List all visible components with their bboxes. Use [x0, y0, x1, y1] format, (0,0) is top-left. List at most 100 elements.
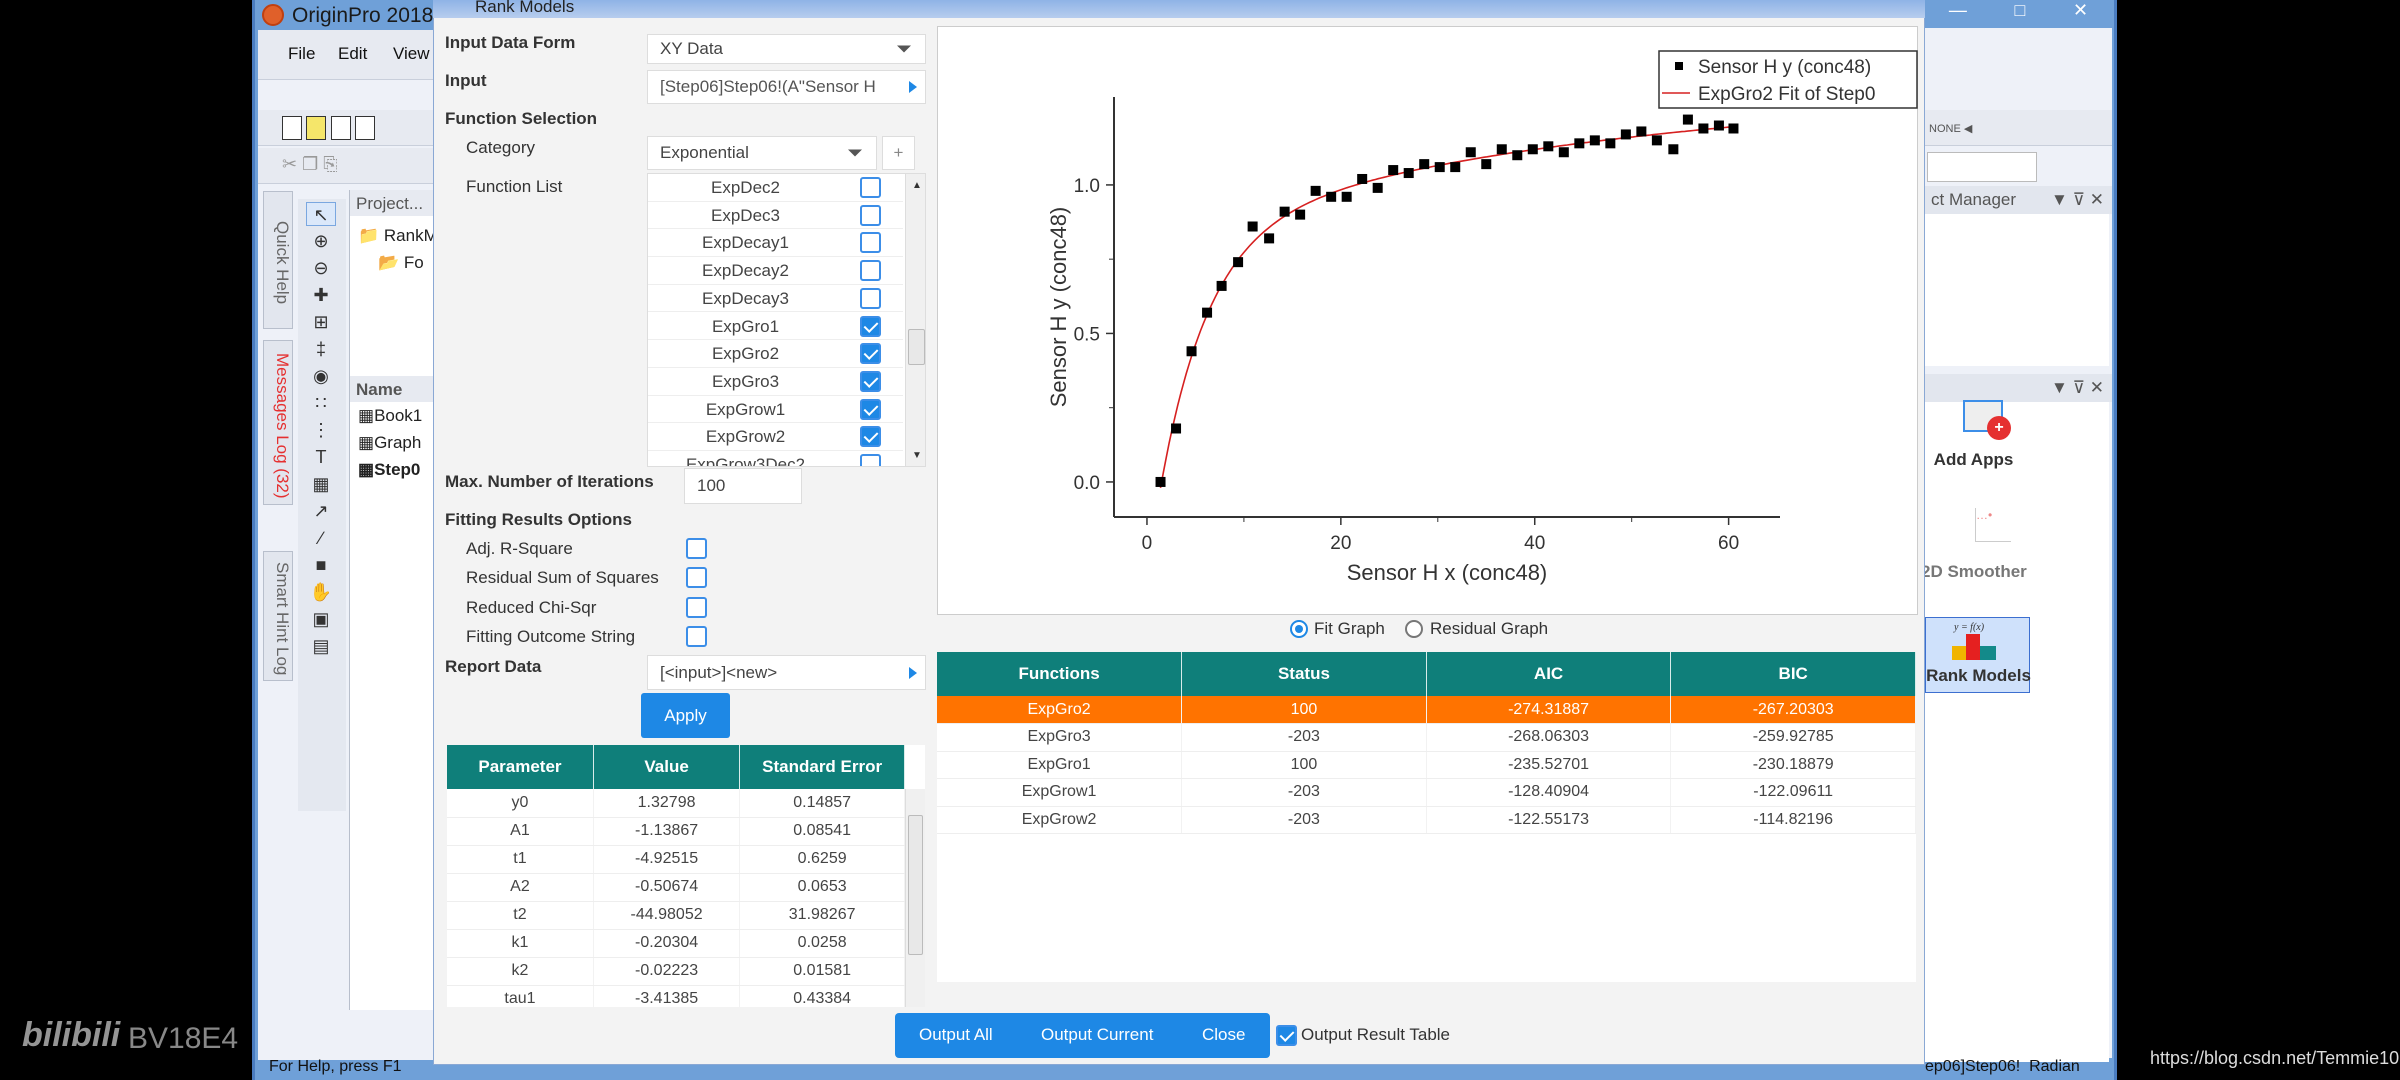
function-list-item[interactable]: ExpGrow3Dec2 — [648, 451, 903, 466]
arrow-tool-icon[interactable]: ↗ — [306, 499, 336, 523]
function-list-item[interactable]: ExpDecay1 — [648, 229, 903, 258]
tab-messages-log[interactable]: Messages Log (32) — [263, 340, 293, 505]
table-row[interactable]: t2 -44.98052 31.98267 — [447, 901, 905, 930]
function-list-item[interactable]: ExpDec2 — [648, 174, 903, 202]
function-list-item[interactable]: ExpGro1 — [648, 313, 903, 341]
tab-quick-help[interactable]: Quick Help — [263, 191, 293, 329]
report-data-field[interactable]: [<input>]<new> — [647, 655, 926, 690]
max-iterations-input[interactable]: 100 — [684, 468, 802, 504]
scroll-thumb[interactable] — [908, 815, 923, 955]
function-checkbox[interactable] — [860, 370, 881, 392]
column-header[interactable]: Status — [1181, 652, 1427, 696]
function-checkbox[interactable] — [860, 343, 881, 365]
zoom-out-icon[interactable]: ⊖ — [306, 256, 336, 280]
line-tool-icon[interactable]: ∕ — [306, 526, 336, 550]
parameters-scrollbar[interactable] — [905, 789, 925, 1007]
add-apps-label[interactable]: Add Apps — [1921, 450, 2026, 470]
zoom-in-icon[interactable]: ⊕ — [306, 229, 336, 253]
open-folder-icon[interactable] — [306, 116, 327, 140]
function-checkbox[interactable] — [860, 426, 881, 448]
scale-icon[interactable]: ⊞ — [306, 310, 336, 334]
project-item-graph[interactable]: ▦Graph — [350, 429, 433, 456]
function-checkbox[interactable] — [860, 454, 881, 466]
expand-arrow-icon[interactable] — [909, 81, 917, 93]
data-cursor-icon[interactable]: ‡ — [306, 337, 336, 361]
table-row[interactable]: ExpGro1 100 -235.52701 -230.18879 — [937, 751, 1916, 779]
table-row[interactable]: ExpGro2 100 -274.31887 -267.20303 — [937, 696, 1916, 724]
column-header[interactable]: Standard Error — [739, 745, 905, 789]
menu-edit[interactable]: Edit — [338, 44, 367, 64]
column-header[interactable]: Functions — [937, 652, 1183, 696]
function-checkbox[interactable] — [860, 232, 881, 254]
scroll-up-icon[interactable]: ▲ — [912, 180, 922, 191]
fit-graph-radio[interactable] — [1290, 620, 1308, 638]
category-select[interactable]: Exponential — [647, 136, 877, 170]
add-category-button[interactable]: + — [882, 136, 915, 170]
scroll-thumb[interactable] — [908, 329, 925, 365]
fitting-option-checkbox[interactable] — [686, 567, 707, 589]
new-workbook-icon[interactable] — [330, 116, 351, 140]
add-apps-icon[interactable]: + — [1963, 400, 2011, 440]
maximize-button[interactable]: □ — [2015, 0, 2026, 22]
function-checkbox[interactable] — [860, 287, 881, 309]
fitting-option-checkbox[interactable] — [686, 538, 707, 559]
2d-smoother-label[interactable]: 2D Smoother — [1921, 562, 2027, 582]
function-checkbox[interactable] — [860, 177, 881, 198]
table-row[interactable]: tau1 -3.41385 0.43384 — [447, 985, 905, 1007]
toolbar-combo[interactable] — [1927, 152, 2037, 182]
function-list-item[interactable]: ExpDecay3 — [648, 285, 903, 313]
table-row[interactable]: A2 -0.50674 0.0653 — [447, 873, 905, 902]
function-list-item[interactable]: ExpDecay2 — [648, 257, 903, 285]
column-header[interactable]: Value — [593, 745, 741, 789]
function-list-item[interactable]: ExpDec3 — [648, 202, 903, 230]
function-list-item[interactable]: ExpGrow2 — [648, 423, 903, 451]
function-list-item[interactable]: ExpGrow1 — [648, 396, 903, 424]
mask-icon[interactable]: ◉ — [306, 364, 336, 388]
project-item-book[interactable]: ▦Book1 — [350, 402, 433, 429]
function-checkbox[interactable] — [860, 204, 881, 226]
menu-view[interactable]: View — [393, 44, 430, 64]
fitting-option-checkbox[interactable] — [686, 625, 707, 647]
output-all-button[interactable]: Output All — [919, 1025, 993, 1045]
grid-icon[interactable]: ▦ — [306, 472, 336, 496]
function-checkbox[interactable] — [860, 315, 881, 337]
input-data-form-select[interactable]: XY Data — [647, 34, 926, 64]
fitting-option-checkbox[interactable] — [686, 596, 707, 618]
name-column-header[interactable]: Name — [350, 376, 433, 402]
minimize-button[interactable]: — — [1949, 0, 1967, 22]
function-checkbox[interactable] — [860, 398, 881, 420]
tree-subfolder[interactable]: 📂 Fo — [350, 249, 433, 276]
2d-smoother-icon[interactable]: …• — [1975, 508, 2011, 542]
draw-data-icon[interactable]: ∷ — [306, 391, 336, 415]
table-row[interactable]: y0 1.32798 0.14857 — [447, 789, 905, 818]
project-item-step[interactable]: ▦Step0 — [350, 456, 433, 483]
paste-icon[interactable]: ⎘ — [323, 154, 337, 174]
table-row[interactable]: ExpGrow2 -203 -122.55173 -114.82196 — [937, 806, 1916, 834]
hand-tool-icon[interactable]: ✋ — [306, 580, 336, 604]
function-list-scrollbar[interactable]: ▲ ▼ — [905, 174, 925, 466]
image-tool-icon[interactable]: ▣ — [306, 607, 336, 631]
residual-graph-radio[interactable] — [1405, 620, 1423, 638]
table-row[interactable]: A1 -1.13867 0.08541 — [447, 817, 905, 846]
tree-root-folder[interactable]: 📁 RankM — [350, 222, 438, 249]
rectangle-tool-icon[interactable]: ■ — [306, 553, 336, 577]
input-range-field[interactable]: [Step06]Step06!(A"Sensor H — [647, 70, 926, 104]
regional-icon[interactable]: ⋮ — [306, 418, 336, 442]
table-row[interactable]: k1 -0.20304 0.0258 — [447, 929, 905, 958]
data-reader-icon[interactable]: ✚ — [306, 283, 336, 307]
expand-arrow-icon[interactable] — [909, 666, 917, 679]
menu-file[interactable]: File — [288, 44, 315, 64]
column-header[interactable]: Parameter — [447, 745, 594, 789]
column-header[interactable]: AIC — [1426, 652, 1672, 696]
table-row[interactable]: ExpGro3 -203 -268.06303 -259.92785 — [937, 723, 1916, 752]
scroll-down-icon[interactable]: ▼ — [912, 450, 922, 461]
output-result-table-checkbox[interactable] — [1276, 1025, 1297, 1046]
function-list-item[interactable]: ExpGro2 — [648, 340, 903, 368]
copy-icon[interactable]: ❐ — [302, 154, 318, 174]
close-button[interactable]: Close — [1202, 1025, 1245, 1045]
column-header[interactable]: BIC — [1670, 652, 1916, 696]
pointer-tool-icon[interactable]: ↖ — [306, 202, 336, 226]
new-project-icon[interactable] — [282, 116, 302, 140]
table-row[interactable]: ExpGrow1 -203 -128.40904 -122.09611 — [937, 778, 1916, 807]
cut-icon[interactable]: ✂ — [282, 154, 297, 174]
